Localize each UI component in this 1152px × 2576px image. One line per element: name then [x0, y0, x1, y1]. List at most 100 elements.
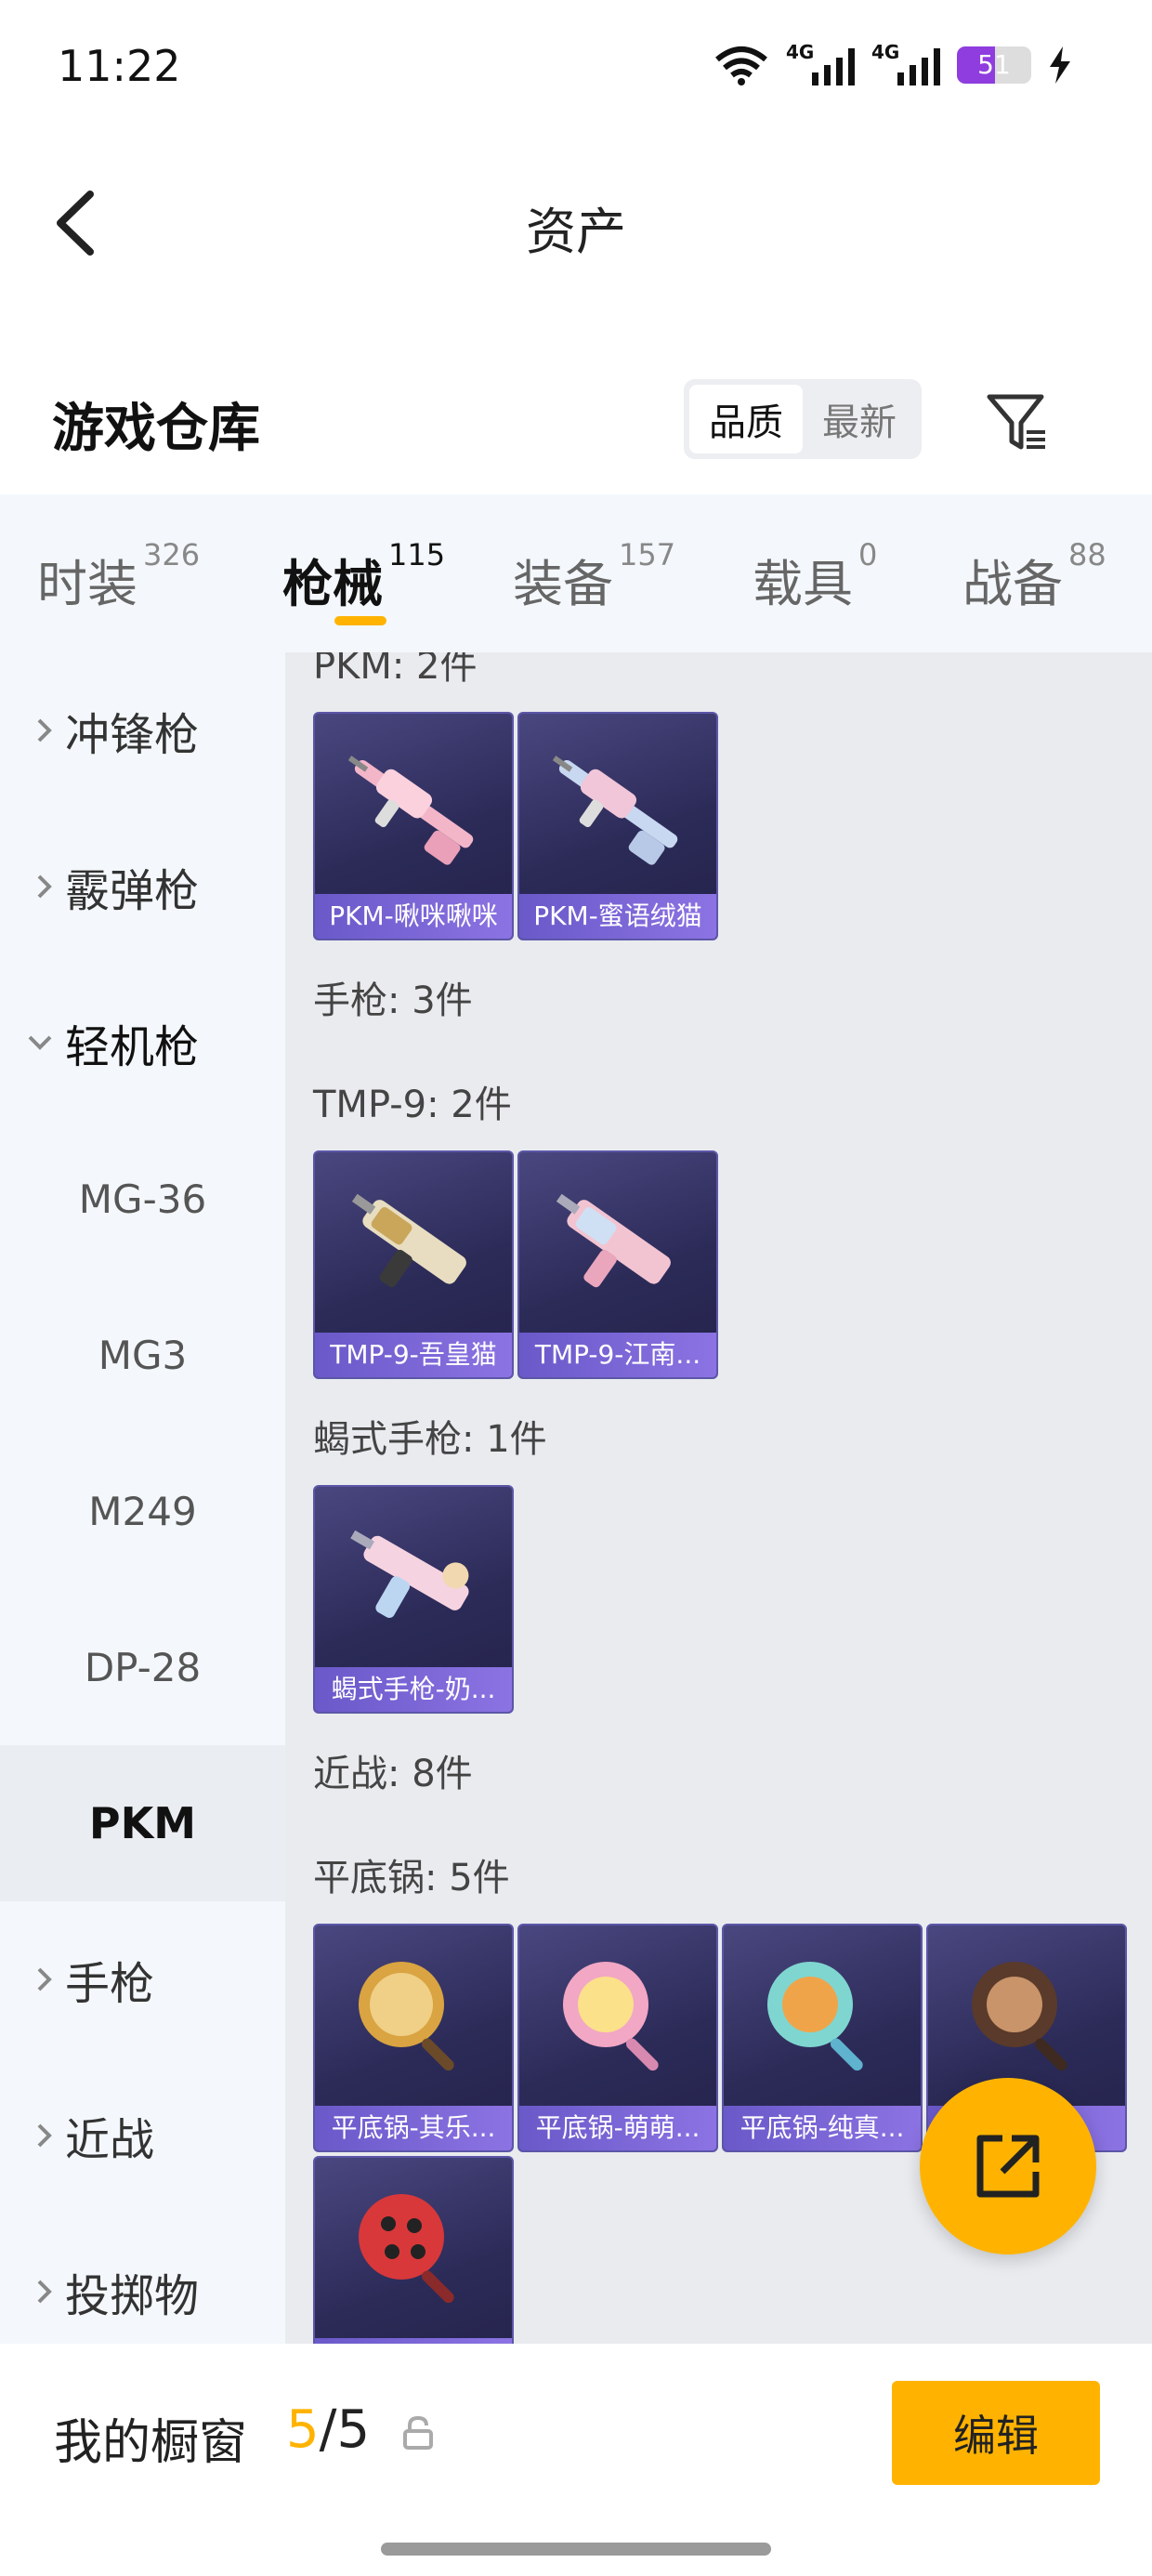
rifle-skin-icon	[519, 714, 716, 896]
chevron-right-icon	[37, 1967, 52, 1991]
sidebar-item-label: 霰弹枪	[65, 865, 200, 917]
item-card[interactable]: TMP-9-江南...	[517, 1150, 718, 1379]
tab-label: 装备	[513, 555, 613, 613]
sidebar-item-label: 冲锋枪	[65, 709, 200, 761]
category-tabs: 时装 326 枪械 115 装备 157 载具 0 战备 88	[0, 494, 1152, 652]
charging-bolt-icon	[1050, 46, 1070, 84]
showcase-label: 我的橱窗	[54, 2415, 248, 2471]
chevron-down-icon	[28, 1035, 52, 1050]
status-bar: 11:22 4G 4G 51	[0, 0, 1152, 139]
sort-newest-option[interactable]: 最新	[803, 385, 916, 453]
item-card-name: 平底锅-萌萌...	[519, 2106, 716, 2150]
sidebar-item-label: 手枪	[65, 1958, 155, 2010]
chevron-right-icon	[37, 718, 52, 743]
group-label-tmp9: TMP-9: 2件	[313, 1084, 512, 1126]
network-type-2: 4G	[871, 41, 900, 63]
tab-label: 战备	[962, 555, 1063, 613]
item-card[interactable]: PKM-啾咪啾咪	[313, 712, 514, 940]
sort-toggle: 品质 最新	[684, 379, 922, 459]
item-card-name: PKM-啾咪啾咪	[315, 894, 512, 939]
tab-count: 0	[858, 537, 878, 572]
network-type-1: 4G	[786, 41, 815, 63]
item-card-name: TMP-9-吾皇猫	[315, 1333, 512, 1377]
external-link-icon	[976, 2135, 1040, 2198]
item-card[interactable]: 平底锅-萌萌...	[517, 1924, 718, 2152]
smg-skin-icon	[315, 1152, 512, 1334]
section-title: 游戏仓库	[52, 399, 260, 459]
item-card[interactable]: 蝎式手枪-奶...	[313, 1485, 514, 1714]
group-label-pkm: PKM: 2件	[313, 652, 478, 688]
item-card[interactable]	[313, 2156, 514, 2344]
smg-skin-icon	[519, 1152, 716, 1334]
pistol-skin-icon	[315, 1487, 512, 1669]
showcase-current: 5	[286, 2399, 320, 2460]
sort-quality-option[interactable]: 品质	[689, 385, 803, 453]
filter-icon	[987, 394, 1045, 450]
battery-level: 51	[977, 49, 1011, 80]
active-tab-indicator	[334, 616, 386, 625]
tab-count: 157	[619, 537, 676, 572]
group-label-pistol: 手枪: 3件	[313, 979, 473, 1022]
filter-button[interactable]	[975, 381, 1059, 465]
home-indicator[interactable]	[381, 2543, 771, 2556]
showcase-total: /5	[319, 2399, 371, 2460]
sidebar-subitem-mg3[interactable]: MG3	[0, 1277, 285, 1433]
sidebar-item-lmg[interactable]: 轻机枪	[0, 965, 285, 1121]
sidebar-item-label: 轻机枪	[65, 1021, 200, 1073]
tab-supplies[interactable]: 战备 88	[962, 537, 1106, 616]
tab-equipment[interactable]: 装备 157	[513, 537, 675, 616]
tab-count: 115	[388, 537, 446, 572]
edit-button[interactable]: 编辑	[892, 2381, 1100, 2485]
battery-icon: 51	[957, 46, 1031, 84]
weapon-category-sidebar: 冲锋枪 霰弹枪 轻机枪 MG-36 MG3 M249 DP-28 PKM 手枪 …	[0, 652, 285, 2344]
page-title: 资产	[526, 203, 626, 261]
status-icons: 4G 4G 51	[713, 39, 1072, 91]
chevron-right-icon	[37, 2123, 52, 2148]
share-fab-button[interactable]	[920, 2078, 1096, 2254]
chevron-right-icon	[37, 2280, 52, 2304]
item-card[interactable]: PKM-蜜语绒猫	[517, 712, 718, 940]
wifi-icon	[715, 46, 767, 85]
tab-label: 枪械	[282, 555, 383, 613]
sidebar-item-pistol[interactable]: 手枪	[0, 1901, 285, 2057]
tab-count: 326	[143, 537, 201, 572]
sidebar-subitem-dp28[interactable]: DP-28	[0, 1589, 285, 1745]
tab-vehicles[interactable]: 载具 0	[753, 537, 877, 616]
pan-skin-icon	[315, 1925, 512, 2108]
item-card-name: 平底锅-纯真...	[724, 2106, 921, 2150]
pan-skin-icon	[519, 1925, 716, 2108]
chevron-right-icon	[37, 874, 52, 899]
group-label-pan: 平底锅: 5件	[313, 1857, 510, 1899]
cell-signal-icon-1: 4G	[786, 41, 855, 85]
sidebar-subitem-mg36[interactable]: MG-36	[0, 1121, 285, 1277]
showcase-count: 5/5	[286, 2399, 370, 2460]
tab-firearms[interactable]: 枪械 115	[282, 537, 445, 616]
lock-icon	[403, 2415, 433, 2450]
status-time: 11:22	[58, 41, 181, 91]
sidebar-item-label: 投掷物	[65, 2270, 200, 2322]
sidebar-item-label: 近战	[65, 2114, 155, 2166]
item-card-name: TMP-9-江南...	[519, 1333, 716, 1377]
item-card[interactable]: TMP-9-吾皇猫	[313, 1150, 514, 1379]
item-card[interactable]: 平底锅-其乐...	[313, 1924, 514, 2152]
tab-label: 时装	[37, 555, 137, 613]
item-card-name: 平底锅-其乐...	[315, 2106, 512, 2150]
item-card[interactable]: 平底锅-纯真...	[722, 1924, 923, 2152]
item-card-name: 蝎式手枪-奶...	[315, 1667, 512, 1712]
showcase-bar: 我的橱窗 5/5 编辑	[0, 2344, 1152, 2576]
tab-outfits[interactable]: 时装 326	[37, 537, 200, 616]
pan-skin-icon	[724, 1925, 921, 2108]
group-label-scorpion: 蝎式手枪: 1件	[313, 1418, 547, 1461]
sidebar-item-shotgun[interactable]: 霰弹枪	[0, 808, 285, 965]
rifle-skin-icon	[315, 714, 512, 896]
tab-label: 载具	[753, 555, 853, 613]
cell-signal-icon-2: 4G	[871, 41, 940, 85]
sidebar-subitem-pkm[interactable]: PKM	[0, 1745, 285, 1901]
sidebar-subitem-m249[interactable]: M249	[0, 1433, 285, 1589]
tab-count: 88	[1068, 537, 1106, 572]
sidebar-item-smg[interactable]: 冲锋枪	[0, 652, 285, 808]
pan-skin-icon	[315, 2158, 512, 2340]
group-label-melee: 近战: 8件	[313, 1753, 473, 1795]
item-card-name: PKM-蜜语绒猫	[519, 894, 716, 939]
sidebar-item-melee[interactable]: 近战	[0, 2057, 285, 2214]
